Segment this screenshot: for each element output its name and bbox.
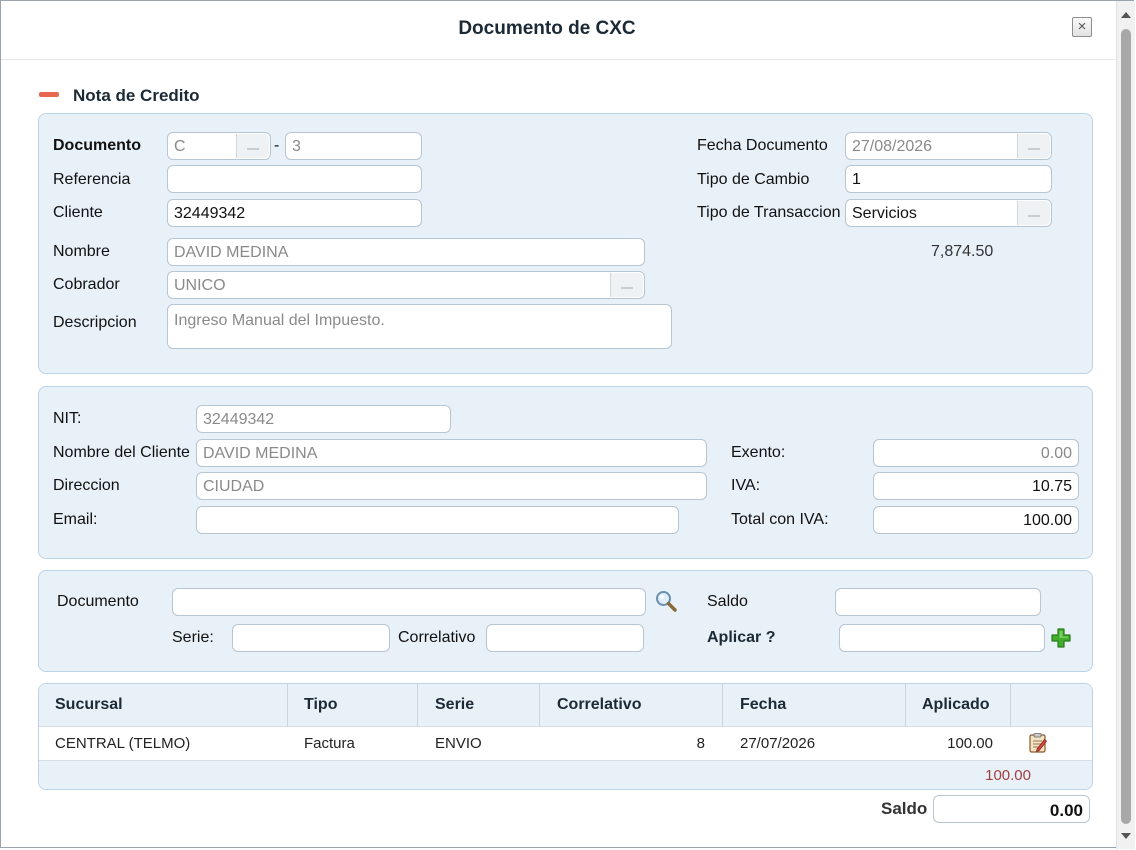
close-button[interactable]: ×	[1072, 17, 1092, 37]
cell-aplicado: 100.00	[947, 735, 993, 752]
total-iva-field[interactable]: 100.00	[873, 506, 1079, 534]
direccion-label: Direccion	[53, 477, 120, 494]
descripcion-textarea[interactable]: Ingreso Manual del Impuesto.	[167, 304, 672, 349]
apply-document-panel	[38, 570, 1093, 672]
direccion-field[interactable]: CIUDAD	[196, 472, 707, 500]
saldo-footer-label: Saldo	[881, 799, 928, 818]
grid-header-row: Sucursal Tipo Serie Correlativo Fecha Ap…	[39, 684, 1092, 727]
search-icon[interactable]	[655, 590, 677, 612]
vertical-scrollbar[interactable]	[1116, 1, 1135, 849]
dialog-title-bar: Documento de CXC ×	[1, 1, 1115, 60]
table-row[interactable]: CENTRAL (TELMO) Factura ENVIO 8 27/07/20…	[39, 727, 1092, 761]
exento-label: Exento:	[731, 444, 786, 461]
aplicar-field[interactable]	[839, 624, 1045, 652]
documento-separator: -	[274, 137, 280, 154]
serie-field[interactable]	[232, 624, 390, 652]
cobrador-label: Cobrador	[53, 276, 120, 293]
cliente-label: Cliente	[53, 204, 103, 221]
iva-field[interactable]: 10.75	[873, 472, 1079, 500]
documento-serie-value: C	[174, 138, 186, 155]
total-iva-label: Total con IVA:	[731, 511, 829, 528]
correlativo-field[interactable]	[486, 624, 644, 652]
calendar-button-icon[interactable]	[1017, 134, 1050, 158]
tipo-transaccion-value: Servicios	[852, 205, 917, 222]
column-header-correlativo[interactable]: Correlativo	[557, 696, 641, 714]
column-header-aplicado[interactable]: Aplicado	[922, 696, 990, 714]
nit-field[interactable]: 32449342	[196, 405, 451, 433]
nit-label: NIT:	[53, 410, 82, 427]
monto-display: 7,874.50	[931, 243, 994, 260]
dropdown-button-icon[interactable]	[610, 273, 643, 297]
email-field[interactable]	[196, 506, 679, 534]
cell-serie: ENVIO	[435, 735, 482, 752]
correlativo-label: Correlativo	[398, 629, 476, 646]
cell-correlativo: 8	[696, 735, 705, 752]
scroll-up-arrow-icon[interactable]	[1121, 12, 1131, 18]
nombre-label: Nombre	[53, 243, 110, 260]
nombre-field[interactable]: DAVID MEDINA	[167, 238, 645, 266]
referencia-field[interactable]	[167, 165, 422, 193]
serie-label: Serie:	[172, 629, 214, 646]
saldo-footer-field[interactable]: 0.00	[933, 795, 1090, 823]
cell-fecha: 27/07/2026	[740, 735, 816, 752]
aplicar-saldo-label: Saldo	[707, 593, 748, 610]
cobrador-select[interactable]: UNICO	[167, 271, 645, 299]
grid-footer-row: 100.00	[39, 761, 1092, 789]
referencia-label: Referencia	[53, 171, 131, 188]
dropdown-button-icon[interactable]	[236, 134, 269, 158]
documento-serie-select[interactable]: C	[167, 132, 271, 160]
iva-label: IVA:	[731, 477, 761, 494]
column-header-serie[interactable]: Serie	[435, 696, 474, 714]
email-label: Email:	[53, 511, 98, 528]
cell-sucursal: CENTRAL (TELMO)	[55, 735, 191, 752]
nombre-cliente-label: Nombre del Cliente	[53, 444, 190, 461]
tipo-cambio-label: Tipo de Cambio	[697, 171, 810, 188]
aplicar-documento-field[interactable]	[172, 588, 646, 616]
column-header-tipo[interactable]: Tipo	[304, 696, 337, 714]
cxc-document-dialog: Documento de CXC × Nota de Credito Docum…	[0, 0, 1135, 849]
section-title: Nota de Credito	[73, 86, 200, 105]
documento-numero-field[interactable]: 3	[285, 132, 422, 160]
descripcion-label: Descripcion	[53, 314, 137, 331]
aplicar-documento-label: Documento	[57, 593, 139, 610]
fecha-documento-field[interactable]: 27/08/2026	[845, 132, 1052, 160]
tipo-cambio-field[interactable]: 1	[845, 165, 1052, 193]
fecha-documento-label: Fecha Documento	[697, 137, 828, 154]
edit-document-icon[interactable]	[1028, 732, 1048, 754]
exento-field[interactable]: 0.00	[873, 439, 1079, 467]
cliente-field[interactable]: 32449342	[167, 199, 422, 227]
tipo-transaccion-label: Tipo de Transaccion	[697, 204, 841, 221]
aplicar-saldo-field[interactable]	[835, 588, 1041, 616]
column-header-sucursal[interactable]: Sucursal	[55, 696, 123, 714]
fecha-documento-value: 27/08/2026	[852, 138, 933, 155]
cell-tipo: Factura	[304, 735, 355, 752]
dialog-title: Documento de CXC	[458, 18, 636, 39]
tipo-transaccion-select[interactable]: Servicios	[845, 199, 1052, 227]
nombre-cliente-field[interactable]: DAVID MEDINA	[196, 439, 707, 467]
column-header-fecha[interactable]: Fecha	[740, 696, 786, 714]
add-plus-icon[interactable]	[1050, 627, 1072, 649]
collapse-minus-icon[interactable]	[39, 92, 59, 97]
aplicar-label: Aplicar ?	[707, 629, 776, 646]
scroll-down-arrow-icon[interactable]	[1121, 833, 1131, 839]
scroll-thumb[interactable]	[1121, 29, 1131, 824]
cobrador-value: UNICO	[174, 277, 226, 294]
total-aplicado: 100.00	[985, 767, 1031, 784]
dropdown-button-icon[interactable]	[1017, 201, 1050, 225]
documento-label: Documento	[53, 137, 141, 154]
applied-documents-grid: Sucursal Tipo Serie Correlativo Fecha Ap…	[38, 683, 1093, 790]
